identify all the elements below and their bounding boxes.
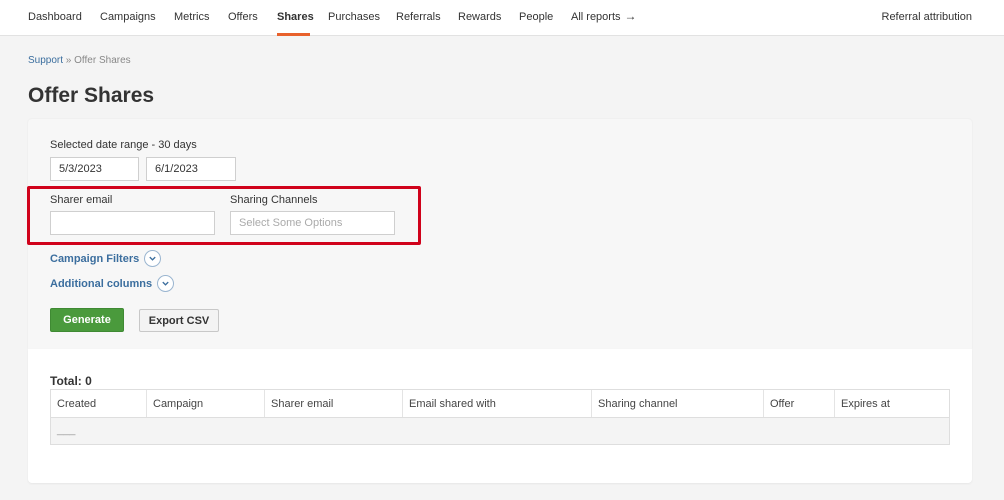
arrow-right-icon: → [624, 9, 637, 23]
table-row: ___ [51, 418, 949, 444]
breadcrumb-current: Offer Shares [74, 55, 131, 66]
column-header-expires-at[interactable]: Expires at [835, 390, 949, 417]
column-header-sharer-email[interactable]: Sharer email [265, 390, 403, 417]
campaign-filters-toggle[interactable]: Campaign Filters [50, 250, 162, 267]
nav-referral-attribution[interactable]: Referral attribution [882, 11, 973, 23]
breadcrumb-separator: » [63, 55, 75, 66]
nav-shares[interactable]: Shares [277, 11, 314, 23]
sharing-channels-label: Sharing Channels [230, 194, 318, 206]
active-tab-underline [277, 33, 310, 36]
table-header-row: Created Campaign Sharer email Email shar… [51, 390, 949, 418]
column-header-offer[interactable]: Offer [764, 390, 835, 417]
nav-dashboard[interactable]: Dashboard [28, 11, 82, 23]
column-header-created[interactable]: Created [51, 390, 147, 417]
generate-button[interactable]: Generate [50, 308, 124, 332]
sharing-channels-select[interactable] [230, 211, 395, 235]
nav-all-reports[interactable]: All reports → [571, 9, 637, 23]
nav-offers[interactable]: Offers [228, 11, 258, 23]
chevron-down-icon [157, 275, 175, 292]
breadcrumb-support-link[interactable]: Support [28, 55, 63, 66]
additional-columns-toggle[interactable]: Additional columns [50, 275, 175, 292]
empty-placeholder: ___ [57, 424, 76, 436]
sharer-email-input[interactable] [50, 211, 215, 235]
campaign-filters-label: Campaign Filters [50, 252, 140, 265]
nav-rewards[interactable]: Rewards [458, 11, 501, 23]
nav-all-reports-label: All reports [571, 11, 621, 23]
sharer-email-label: Sharer email [50, 194, 113, 206]
chevron-down-icon [144, 250, 162, 267]
start-date-input[interactable] [50, 157, 139, 181]
date-range-label: Selected date range - 30 days [50, 139, 197, 151]
results-table: Created Campaign Sharer email Email shar… [50, 389, 950, 445]
additional-columns-label: Additional columns [50, 277, 153, 290]
end-date-input[interactable] [146, 157, 236, 181]
nav-referrals[interactable]: Referrals [396, 11, 441, 23]
nav-people[interactable]: People [519, 11, 553, 23]
nav-metrics[interactable]: Metrics [174, 11, 209, 23]
results-total: Total: 0 [50, 374, 92, 388]
top-nav: Dashboard Campaigns Metrics Offers Share… [0, 0, 1004, 36]
export-csv-button[interactable]: Export CSV [139, 309, 219, 332]
page-title: Offer Shares [28, 84, 155, 107]
nav-purchases[interactable]: Purchases [328, 11, 380, 23]
column-header-email-shared-with[interactable]: Email shared with [403, 390, 592, 417]
column-header-campaign[interactable]: Campaign [147, 390, 265, 417]
breadcrumb: Support » Offer Shares [28, 55, 131, 66]
nav-campaigns[interactable]: Campaigns [100, 11, 156, 23]
column-header-sharing-channel[interactable]: Sharing channel [592, 390, 764, 417]
